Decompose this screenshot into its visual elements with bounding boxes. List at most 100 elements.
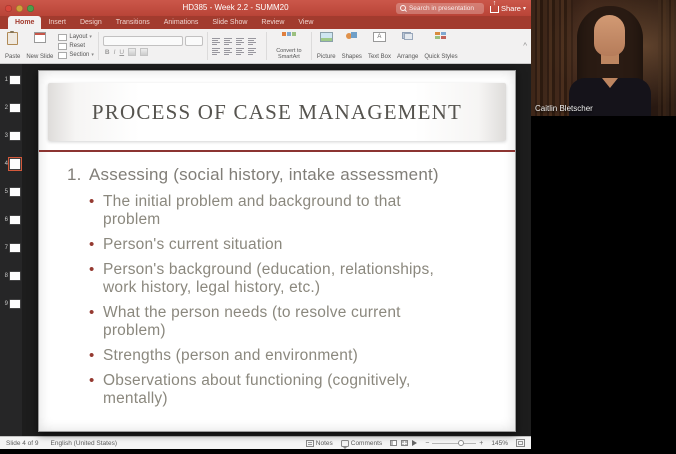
shapes-icon <box>346 32 358 40</box>
normal-view-button[interactable] <box>390 440 398 446</box>
tab-home[interactable]: Home <box>8 16 42 29</box>
slide-thumbnail-8[interactable]: 8 <box>0 266 22 286</box>
tab-review[interactable]: Review <box>254 16 291 29</box>
bullet-marker: • <box>89 372 95 389</box>
shapes-label: Shapes <box>341 54 362 60</box>
arrange-label: Arrange <box>396 54 419 60</box>
slide-thumbnail-9[interactable]: 9 <box>0 294 22 314</box>
section-button[interactable]: Section ▾ <box>58 51 94 59</box>
justify-button[interactable] <box>247 47 256 55</box>
font-name-select[interactable] <box>102 36 183 46</box>
fit-slide-button[interactable] <box>516 439 525 447</box>
tab-design[interactable]: Design <box>73 16 109 29</box>
bullet-text: Person's current situation <box>103 236 283 253</box>
bullet-item: • The initial problem and background to … <box>89 193 495 229</box>
bullet-list-button[interactable] <box>211 37 220 45</box>
tab-transitions[interactable]: Transitions <box>109 16 157 29</box>
slide-thumbnail-2[interactable]: 2 <box>0 98 22 118</box>
minimize-button[interactable] <box>16 4 23 12</box>
tab-insert[interactable]: Insert <box>41 16 73 29</box>
zoom-level: 145% <box>491 439 508 447</box>
text-box-button[interactable]: Text Box <box>367 31 392 61</box>
notes-label: Notes <box>315 439 333 447</box>
chevron-down-icon: ▾ <box>91 52 94 58</box>
thumb-preview <box>8 157 22 171</box>
share-button[interactable]: ↑ Share ▾ <box>489 0 526 13</box>
window-controls <box>5 4 34 12</box>
bookshelf-left <box>531 0 573 116</box>
picture-icon <box>319 32 333 42</box>
slide-thumbnail-5[interactable]: 5 <box>0 182 22 202</box>
new-slide-button[interactable]: New Slide <box>25 31 54 61</box>
slide-body-box[interactable]: 1. Assessing (social history, intake ass… <box>39 152 515 408</box>
slide-tools-group: Layout ▾ Reset Section ▾ <box>58 31 94 61</box>
paragraph-group <box>211 31 262 61</box>
font-size-select[interactable] <box>184 36 203 46</box>
zoom-slider-knob[interactable] <box>458 440 465 446</box>
slide-title-box[interactable]: PROCESS OF CASE MANAGEMENT <box>48 83 506 141</box>
slide-thumbnail-4-selected[interactable]: 4 <box>0 154 22 174</box>
section-label: Section <box>69 52 90 58</box>
bullet-item: • What the person needs (to resolve curr… <box>89 304 495 340</box>
item-number: 1. <box>67 165 82 184</box>
comments-button[interactable]: Comments <box>340 439 382 449</box>
slide-thumbnail-1[interactable]: 1 <box>0 70 22 90</box>
bullet-marker: • <box>89 236 95 253</box>
thumb-preview <box>10 300 20 308</box>
picture-button[interactable]: Picture <box>316 31 337 61</box>
screen: HD385 - Week 2.2 - SUMM20 Search in pres… <box>0 0 676 454</box>
indent-increase-button[interactable] <box>247 37 256 45</box>
chevron-down-icon: ▾ <box>89 34 92 40</box>
thumb-number: 8 <box>4 273 8 279</box>
reset-button[interactable]: Reset <box>58 42 94 50</box>
paste-icon <box>7 31 19 45</box>
webcam-overlay: Caitlin Bletscher <box>531 0 676 116</box>
language-indicator[interactable]: English (United States) <box>51 440 117 447</box>
bullet-marker: • <box>89 261 95 278</box>
search-input[interactable]: Search in presentation <box>395 2 484 14</box>
bullet-item: • Person's background (education, relati… <box>89 261 495 297</box>
ribbon-separator <box>97 32 99 60</box>
numbered-list-button[interactable] <box>223 37 232 45</box>
align-right-button[interactable] <box>235 47 244 55</box>
align-center-button[interactable] <box>223 47 232 55</box>
text-box-icon <box>372 32 386 42</box>
slideshow-button[interactable] <box>412 440 418 446</box>
layout-button[interactable]: Layout ▾ <box>58 33 94 41</box>
align-left-button[interactable] <box>211 47 220 55</box>
bold-button[interactable]: B <box>105 49 110 56</box>
ribbon-separator <box>265 32 267 60</box>
zoom-in-button[interactable]: + <box>479 440 483 447</box>
fullscreen-button[interactable] <box>27 4 34 12</box>
indent-decrease-button[interactable] <box>235 37 244 45</box>
convert-smartart-button[interactable]: Convert to SmartArt <box>271 31 307 61</box>
zoom-out-button[interactable]: − <box>425 440 429 447</box>
thumb-number: 7 <box>4 245 8 251</box>
zoom-slider[interactable] <box>432 440 477 446</box>
slide-sorter-view-button[interactable] <box>401 440 409 446</box>
bullet-marker: • <box>89 347 95 364</box>
thumb-number: 6 <box>4 217 8 223</box>
italic-button[interactable]: I <box>114 49 116 56</box>
slide-thumbnail-7[interactable]: 7 <box>0 238 22 258</box>
tab-slide-show[interactable]: Slide Show <box>205 16 254 29</box>
paste-button[interactable]: Paste <box>4 31 21 61</box>
underline-button[interactable]: U <box>119 49 124 56</box>
close-button[interactable] <box>5 4 12 12</box>
shapes-button[interactable]: Shapes <box>341 31 363 61</box>
bookshelf-right <box>658 0 676 116</box>
arrange-button[interactable]: Arrange <box>396 31 419 61</box>
notes-button[interactable]: Notes <box>305 439 333 447</box>
quick-styles-button[interactable]: Quick Styles <box>423 31 458 61</box>
zoom-control: − + <box>425 440 483 447</box>
ribbon-separator <box>206 32 208 60</box>
slide-thumbnail-6[interactable]: 6 <box>0 210 22 230</box>
slide-thumbnail-3[interactable]: 3 <box>0 126 22 146</box>
thumb-preview <box>10 188 20 196</box>
bullet-text: What the person needs (to resolve curren… <box>103 304 401 339</box>
collapse-ribbon-button[interactable]: ^ <box>523 42 527 51</box>
tab-animations[interactable]: Animations <box>157 16 206 29</box>
highlight-color-button[interactable] <box>128 48 137 56</box>
font-color-button[interactable] <box>140 48 149 56</box>
tab-view[interactable]: View <box>291 16 320 29</box>
